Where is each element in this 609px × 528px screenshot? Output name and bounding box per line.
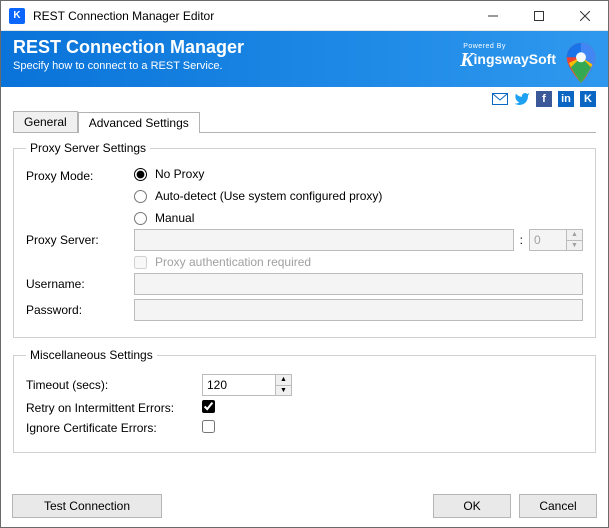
maximize-button[interactable] <box>516 1 562 30</box>
tab-general[interactable]: General <box>13 111 78 132</box>
proxy-username-input[interactable] <box>134 273 583 295</box>
facebook-icon[interactable]: f <box>536 91 552 107</box>
proxy-port-spinner[interactable]: 0 ▲ ▼ <box>529 229 583 251</box>
app-icon: K <box>9 8 25 24</box>
ignore-cert-checkbox[interactable] <box>202 420 215 433</box>
tab-advanced-settings[interactable]: Advanced Settings <box>78 112 200 133</box>
twitter-icon[interactable] <box>514 91 530 107</box>
timeout-spinner[interactable]: 120 ▲ ▼ <box>202 374 292 396</box>
timeout-up-icon[interactable]: ▲ <box>276 375 291 385</box>
radio-no-proxy[interactable]: No Proxy <box>134 167 583 181</box>
timeout-down-icon[interactable]: ▼ <box>276 385 291 396</box>
proxy-port-separator: : <box>520 233 523 247</box>
window-title: REST Connection Manager Editor <box>33 9 214 23</box>
misc-legend: Miscellaneous Settings <box>26 348 157 362</box>
proxy-server-label: Proxy Server: <box>26 233 134 247</box>
proxy-password-label: Password: <box>26 303 134 317</box>
proxy-username-label: Username: <box>26 277 134 291</box>
proxy-password-input[interactable] <box>134 299 583 321</box>
kingswaysoft-logo: Powered By KingswaySoft <box>460 43 556 67</box>
proxy-auth-checkbox[interactable]: Proxy authentication required <box>134 255 583 269</box>
kingswaysoft-icon[interactable]: K <box>580 91 596 107</box>
proxy-legend: Proxy Server Settings <box>26 141 150 155</box>
retry-label: Retry on Intermittent Errors: <box>26 401 202 415</box>
mail-icon[interactable] <box>492 91 508 107</box>
header-banner: REST Connection Manager Specify how to c… <box>1 31 608 87</box>
proxy-settings-group: Proxy Server Settings Proxy Mode: No Pro… <box>13 141 596 338</box>
proxy-port-down-icon[interactable]: ▼ <box>567 240 582 251</box>
close-button[interactable] <box>562 1 608 30</box>
header-subtitle: Specify how to connect to a REST Service… <box>13 59 244 73</box>
retry-checkbox[interactable] <box>202 400 215 413</box>
header-title: REST Connection Manager <box>13 37 244 57</box>
footer: Test Connection OK Cancel <box>12 494 597 518</box>
timeout-label: Timeout (secs): <box>26 378 202 392</box>
social-row: f in K <box>1 87 608 111</box>
radio-manual[interactable]: Manual <box>134 211 583 225</box>
proxy-port-up-icon[interactable]: ▲ <box>567 230 582 240</box>
minimize-button[interactable] <box>470 1 516 30</box>
radio-auto-detect[interactable]: Auto-detect (Use system configured proxy… <box>134 189 583 203</box>
ok-button[interactable]: OK <box>433 494 511 518</box>
linkedin-icon[interactable]: in <box>558 91 574 107</box>
misc-settings-group: Miscellaneous Settings Timeout (secs): 1… <box>13 348 596 453</box>
ignore-cert-label: Ignore Certificate Errors: <box>26 421 202 435</box>
google-maps-icon <box>566 43 596 83</box>
proxy-server-input[interactable] <box>134 229 514 251</box>
titlebar: K REST Connection Manager Editor <box>1 1 608 31</box>
proxy-mode-label: Proxy Mode: <box>26 167 134 183</box>
test-connection-button[interactable]: Test Connection <box>12 494 162 518</box>
cancel-button[interactable]: Cancel <box>519 494 597 518</box>
tab-strip: General Advanced Settings <box>13 111 596 133</box>
